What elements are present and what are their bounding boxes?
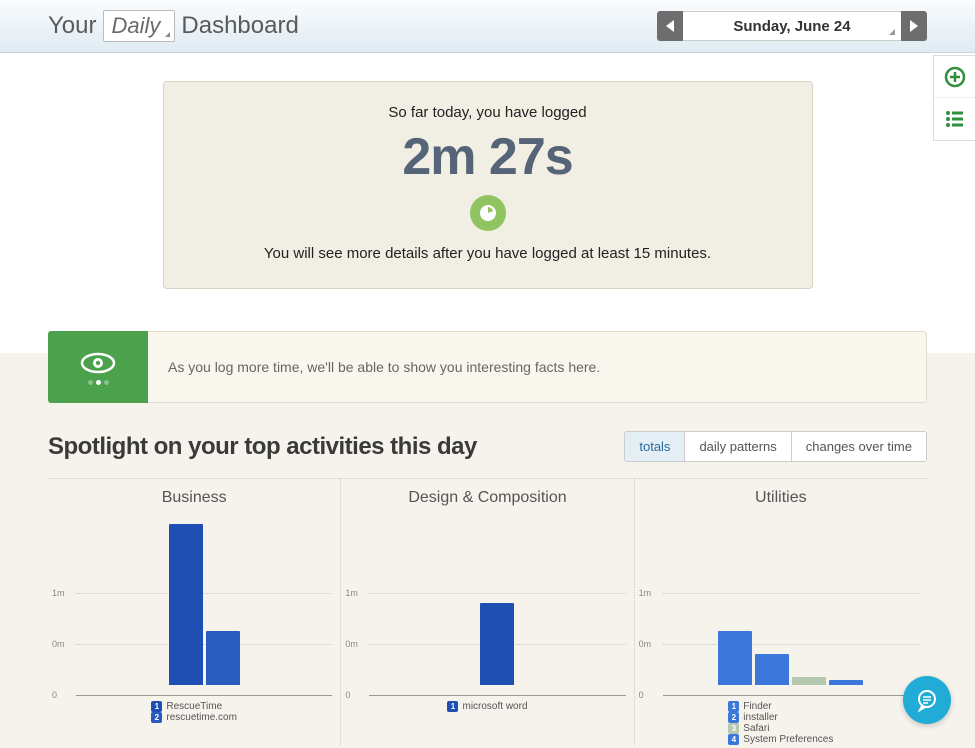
legend-label: rescuetime.com (166, 712, 237, 723)
plus-circle-icon (943, 65, 967, 89)
chart-gridline (76, 695, 332, 696)
chart-legend: 1 RescueTime 2 rescuetime.com (52, 695, 336, 723)
chart-area: 1m0m0 (639, 515, 923, 695)
legend-item[interactable]: 1 RescueTime (151, 701, 222, 712)
bars-container (663, 515, 919, 685)
chart-y-label: 0 (639, 690, 644, 700)
legend-label: installer (743, 712, 777, 723)
chat-button[interactable] (903, 676, 951, 724)
bars-container (369, 515, 625, 685)
chart-legend: 1 microsoft word (345, 695, 629, 712)
legend-item[interactable]: 2 installer (728, 712, 777, 723)
date-navigator: Sunday, June 24 (657, 11, 927, 41)
chart-bar[interactable] (829, 680, 863, 685)
summary-pretext: So far today, you have logged (184, 104, 792, 121)
period-selector[interactable]: Daily (103, 10, 176, 42)
legend-label: Safari (743, 723, 769, 734)
chart-y-label: 1m (52, 588, 65, 598)
legend-item[interactable]: 4 System Preferences (728, 734, 833, 745)
chart-title: Design & Composition (345, 489, 629, 507)
list-icon (943, 107, 967, 131)
chart-y-label: 0 (345, 690, 350, 700)
legend-item[interactable]: 2 rescuetime.com (151, 712, 237, 723)
spotlight-section: Spotlight on your top activities this da… (48, 431, 927, 745)
carousel-dots (88, 380, 109, 385)
legend-item[interactable]: 1 microsoft word (447, 701, 527, 712)
legend-swatch: 2 (728, 712, 739, 723)
legend-label: RescueTime (166, 701, 222, 712)
chat-icon (915, 688, 939, 712)
legend-swatch: 1 (728, 701, 739, 712)
chart-bar[interactable] (718, 631, 752, 685)
summary-posttext: You will see more details after you have… (184, 245, 792, 262)
chart-bar[interactable] (206, 631, 240, 685)
add-button[interactable] (934, 56, 975, 98)
summary-card: So far today, you have logged 2m 27s You… (163, 81, 813, 289)
chart-title: Business (52, 489, 336, 507)
title-prefix: Your (48, 12, 97, 40)
info-strip: As you log more time, we'll be able to s… (48, 331, 927, 403)
list-button[interactable] (934, 98, 975, 140)
chart-gridline (663, 695, 919, 696)
spotlight-title: Spotlight on your top activities this da… (48, 433, 477, 461)
clock-icon (470, 195, 506, 231)
tab-daily-patterns[interactable]: daily patterns (684, 431, 791, 462)
legend-label: microsoft word (462, 701, 527, 712)
chart-gridline (369, 695, 625, 696)
chart-bar[interactable] (755, 654, 789, 685)
header-bar: Your Daily Dashboard Sunday, June 24 (0, 0, 975, 53)
chart-legend: 1 Finder 2 installer 3 Safari 4 System Preferen… (639, 695, 923, 745)
chart-area: 1m0m0 (52, 515, 336, 695)
next-date-button[interactable] (901, 11, 927, 41)
info-strip-icon-panel (48, 331, 148, 403)
chevron-right-icon (910, 20, 918, 32)
spotlight-tabs: totals daily patterns changes over time (624, 431, 927, 462)
chart-y-label: 1m (639, 588, 652, 598)
tab-changes-over-time[interactable]: changes over time (791, 431, 927, 462)
chart-column: Design & Composition 1m 0m 0 1 microsoft word (341, 479, 634, 745)
chart-y-label: 0m (639, 639, 652, 649)
legend-item[interactable]: 3 Safari (728, 723, 769, 734)
legend-swatch: 2 (151, 712, 162, 723)
side-tools (933, 55, 975, 141)
info-message: As you log more time, we'll be able to s… (148, 331, 927, 403)
date-display[interactable]: Sunday, June 24 (683, 11, 901, 41)
chart-y-label: 1m (345, 588, 358, 598)
legend-swatch: 4 (728, 734, 739, 745)
title-suffix: Dashboard (181, 12, 298, 40)
chart-column: Utilities 1m 0m 0 1 Finder 2 installer 3 Safari 4S… (635, 479, 927, 745)
bars-container (76, 515, 332, 685)
legend-item[interactable]: 1 Finder (728, 701, 771, 712)
chart-bar[interactable] (169, 524, 203, 686)
chart-bar[interactable] (480, 603, 514, 685)
eye-icon (78, 350, 118, 376)
chevron-left-icon (666, 20, 674, 32)
prev-date-button[interactable] (657, 11, 683, 41)
charts-row: Business1m0m01RescueTime2rescuetime.comD… (48, 478, 927, 745)
legend-swatch: 1 (151, 701, 162, 712)
logged-time: 2m 27s (184, 127, 792, 187)
chart-area: 1m0m0 (345, 515, 629, 695)
chart-bar[interactable] (792, 677, 826, 686)
legend-swatch: 3 (728, 723, 739, 734)
page-title: Your Daily Dashboard (48, 10, 299, 42)
tab-totals[interactable]: totals (624, 431, 685, 462)
chart-y-label: 0m (52, 639, 65, 649)
chart-column: Business 1m 0m 0 1 RescueTime 2 rescuetime.com (48, 479, 341, 745)
chart-y-label: 0m (345, 639, 358, 649)
chart-y-label: 0 (52, 690, 57, 700)
legend-swatch: 1 (447, 701, 458, 712)
legend-label: Finder (743, 701, 771, 712)
chart-title: Utilities (639, 489, 923, 507)
legend-label: System Preferences (743, 734, 833, 745)
